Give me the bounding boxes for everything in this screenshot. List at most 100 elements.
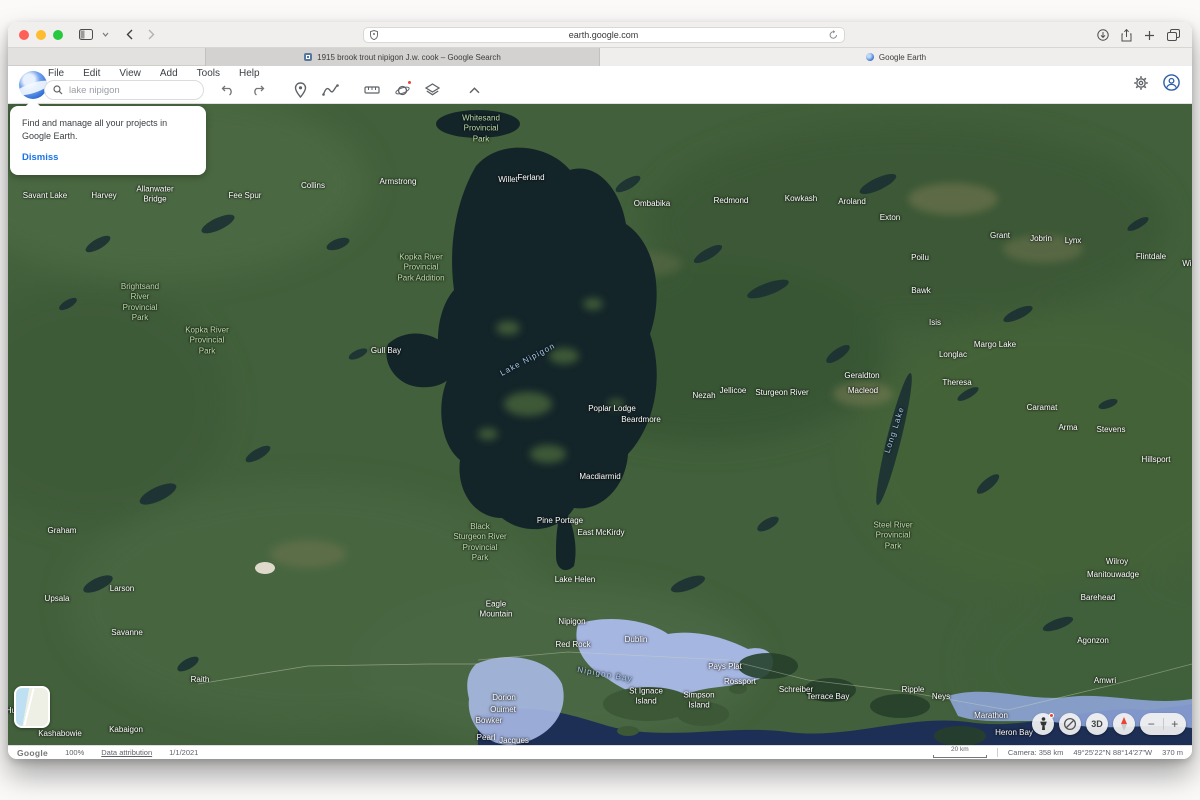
sidebar-toggle-icon[interactable] — [79, 29, 93, 40]
zoom-out-button[interactable]: − — [1140, 714, 1163, 734]
dismiss-button[interactable]: Dismiss — [22, 152, 58, 163]
map-label: Gull Bay — [371, 346, 401, 356]
map-label: Beardmore — [621, 415, 661, 425]
undo-button[interactable] — [218, 80, 238, 100]
imagery-date: 1/1/2021 — [169, 748, 198, 757]
map-label: Jellicoe — [720, 386, 747, 396]
downloads-icon[interactable] — [1097, 29, 1109, 41]
projects-tooltip: Find and manage all your projects in Goo… — [10, 106, 206, 175]
menu-edit[interactable]: Edit — [81, 67, 102, 80]
menu-file[interactable]: File — [46, 67, 66, 80]
terrain-elevation: 370 m — [1162, 748, 1183, 757]
map-label: Stevens — [1097, 425, 1126, 435]
reload-icon[interactable] — [829, 30, 838, 40]
account-avatar-icon[interactable] — [1163, 74, 1180, 91]
map-label: Jobrin — [1030, 234, 1052, 244]
measure-ruler-button[interactable] — [362, 80, 382, 100]
settings-gear-icon[interactable] — [1133, 75, 1149, 91]
url-field[interactable]: earth.google.com — [363, 27, 845, 43]
map-label: Macleod — [848, 386, 878, 396]
tab-title: Google Earth — [879, 53, 926, 62]
map-label: Nipigon — [558, 617, 585, 627]
pegman-button[interactable] — [1032, 713, 1054, 735]
3d-toggle-button[interactable]: 3D — [1086, 713, 1108, 735]
map-label: East McKirdy — [577, 528, 624, 538]
map-label: Wilg — [1182, 259, 1192, 269]
map-label: Ombabika — [634, 199, 670, 209]
draw-path-button[interactable] — [320, 80, 340, 100]
map-label: Dublin — [625, 635, 648, 645]
map-label: Steel River Provincial Park — [873, 520, 912, 551]
collapse-toolbar-button[interactable] — [464, 80, 484, 100]
3d-label: 3D — [1091, 719, 1103, 729]
earth-header: File Edit View Add Tools Help — [8, 66, 1192, 104]
share-icon[interactable] — [1121, 29, 1132, 42]
menu-tools[interactable]: Tools — [195, 67, 222, 80]
map-label: Bawk — [911, 286, 931, 296]
google-earth-logo[interactable] — [19, 71, 47, 99]
map-label: Bowker — [476, 716, 503, 726]
map-label: Eagle Mountain — [480, 600, 513, 621]
map-label: Manitouwadge — [1087, 570, 1139, 580]
orbit-camera-button[interactable] — [392, 80, 412, 100]
map-label: Isis — [929, 318, 941, 328]
map-label: Larson — [110, 584, 134, 594]
map-label: Schreiber — [779, 685, 813, 695]
url-text: earth.google.com — [378, 30, 829, 40]
map-label: Ferland — [517, 173, 544, 183]
map-label: Lynx — [1065, 236, 1082, 246]
map-label: Simpson Island — [683, 691, 714, 712]
map-controls: 3D − + — [1032, 713, 1186, 735]
sidebar-chevron-icon[interactable] — [102, 32, 109, 37]
search-input[interactable] — [69, 85, 179, 96]
forward-button[interactable] — [148, 29, 155, 40]
scale-bracket — [933, 755, 987, 758]
map-label: Collins — [301, 181, 325, 191]
tab-overview-icon[interactable] — [1167, 29, 1180, 41]
map-labels: Savant LakeHarveyAllanwater BridgeFee Sp… — [8, 104, 1192, 745]
new-tab-icon[interactable] — [1144, 30, 1155, 41]
map-label: Neys — [932, 692, 950, 702]
google-logo: Google — [17, 748, 48, 758]
tab-title: 1915 brook trout nipigon J.w. cook – Goo… — [317, 53, 501, 62]
imagery-zoom-percent: 100% — [65, 748, 84, 757]
map-canvas[interactable]: Savant LakeHarveyAllanwater BridgeFee Sp… — [8, 104, 1192, 745]
zoom-in-button[interactable]: + — [1164, 714, 1187, 734]
map-label: Pays Plat — [708, 662, 742, 672]
redo-button[interactable] — [248, 80, 268, 100]
map-label: Savanne — [111, 628, 143, 638]
map-label: Kashabowie — [38, 729, 82, 739]
map-label: Pearl — [477, 733, 496, 743]
compass-button[interactable] — [1113, 713, 1135, 735]
menu-help[interactable]: Help — [237, 67, 262, 80]
map-label: Flintdale — [1136, 252, 1166, 262]
map-label: Caramat — [1027, 403, 1058, 413]
map-label: Nezah — [692, 391, 715, 401]
map-style-thumbnail[interactable] — [14, 686, 50, 728]
map-label: Heron Bay — [995, 728, 1033, 738]
map-label: Poilu — [911, 253, 929, 263]
map-label: Amwri — [1094, 676, 1116, 686]
notification-dot — [407, 80, 412, 85]
layers-button[interactable] — [422, 80, 442, 100]
placemark-button[interactable] — [290, 80, 310, 100]
menu-view[interactable]: View — [117, 67, 143, 80]
search-box[interactable] — [44, 80, 204, 100]
map-label: Rossport — [724, 677, 756, 687]
zoom-window-button[interactable] — [53, 30, 63, 40]
search-icon — [53, 85, 63, 95]
map-label: Exton — [880, 213, 900, 223]
map-label: Margo Lake — [974, 340, 1016, 350]
data-attribution-link[interactable]: Data attribution — [101, 748, 152, 757]
tab-google-search[interactable]: 1915 brook trout nipigon J.w. cook – Goo… — [205, 48, 600, 66]
menu-add[interactable]: Add — [158, 67, 180, 80]
minimize-window-button[interactable] — [36, 30, 46, 40]
map-label: Jacques — [499, 736, 529, 745]
close-window-button[interactable] — [19, 30, 29, 40]
map-label: Ouimet — [490, 705, 516, 715]
coverage-off-button[interactable] — [1059, 713, 1081, 735]
map-label: Sturgeon River — [755, 388, 808, 398]
back-button[interactable] — [126, 29, 133, 40]
privacy-shield-icon[interactable] — [370, 30, 378, 40]
tab-google-earth[interactable]: Google Earth — [600, 48, 1192, 66]
